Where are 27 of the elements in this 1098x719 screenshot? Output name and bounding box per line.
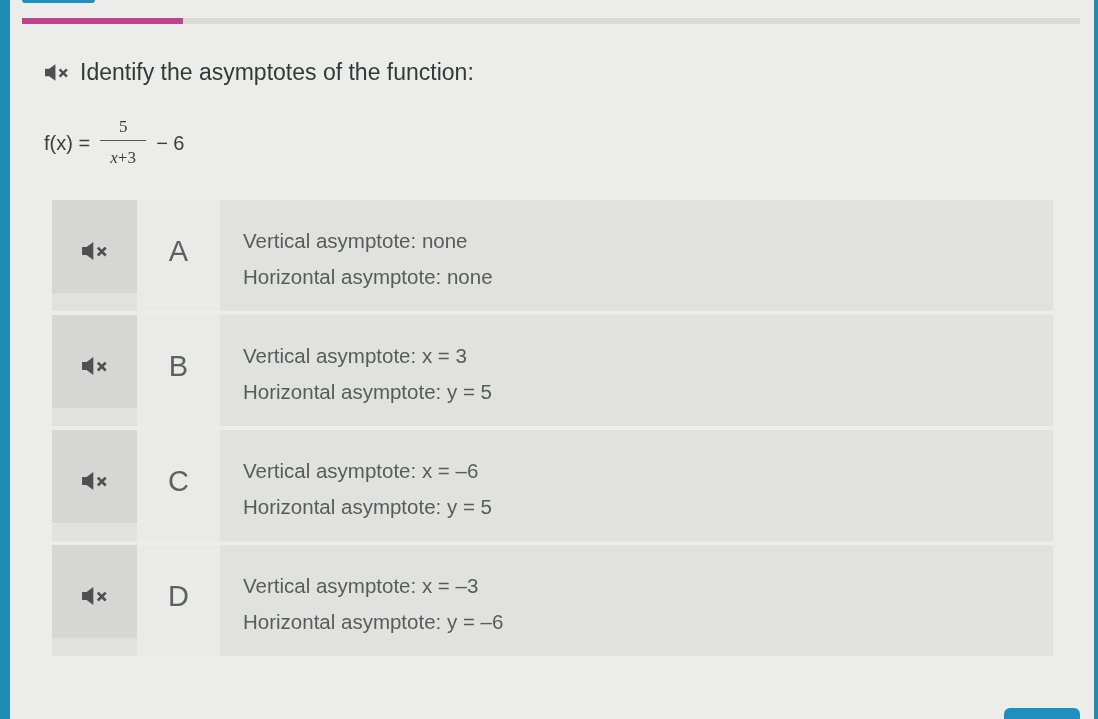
function-formula: f(x) = 5 x+3 − 6 bbox=[44, 114, 185, 171]
audio-button[interactable] bbox=[52, 545, 137, 638]
answer-text: Vertical asymptote: x = 3 bbox=[243, 343, 468, 369]
answer-text: Vertical asymptote: x = –6 bbox=[243, 458, 480, 484]
answer-option[interactable]: A Vertical asymptote: none Horizontal asymptote: none bbox=[52, 200, 1053, 311]
answer-option[interactable]: D Vertical asymptote: x = –3 Horizontal asymptote: y = –6 bbox=[52, 545, 1053, 656]
speaker-muted-icon[interactable] bbox=[45, 63, 69, 81]
answer-option[interactable]: C Vertical asymptote: x = –6 Horizontal asymptote: y = 5 bbox=[52, 430, 1053, 541]
speaker-muted-icon[interactable] bbox=[81, 242, 108, 260]
answer-text: Vertical asymptote: none bbox=[243, 228, 469, 254]
answer-text: Horizontal asymptote: y = 5 bbox=[243, 494, 492, 520]
answer-text: Horizontal asymptote: none bbox=[243, 264, 493, 290]
option-letter: D bbox=[137, 545, 220, 656]
option-letter: B bbox=[137, 315, 220, 426]
audio-button[interactable] bbox=[52, 430, 137, 523]
answer-text: Vertical asymptote: x = –3 bbox=[243, 573, 480, 599]
speaker-muted-icon[interactable] bbox=[81, 587, 108, 605]
speaker-muted-icon[interactable] bbox=[81, 472, 108, 490]
option-letter: A bbox=[137, 200, 220, 311]
question-prompt: Identify the asymptotes of the function: bbox=[80, 58, 474, 86]
answer-option[interactable]: B Vertical asymptote: x = 3 Horizontal asymptote: y = 5 bbox=[52, 315, 1053, 426]
audio-button[interactable] bbox=[52, 315, 137, 408]
answer-text: Horizontal asymptote: y = 5 bbox=[243, 379, 492, 405]
audio-button[interactable] bbox=[52, 200, 137, 293]
option-letter: C bbox=[137, 430, 220, 541]
answer-text: Horizontal asymptote: y = –6 bbox=[243, 609, 504, 635]
speaker-muted-icon[interactable] bbox=[81, 357, 108, 375]
